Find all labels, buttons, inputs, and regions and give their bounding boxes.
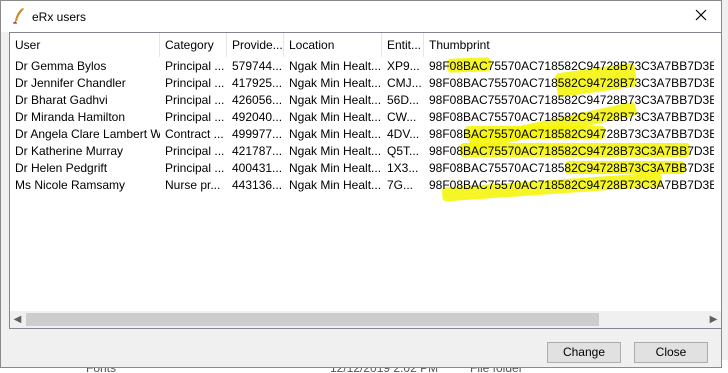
entity-cell: 4DV... [387, 127, 420, 141]
scroll-left-icon[interactable]: ◀ [11, 313, 24, 326]
provider-cell: 499977... [232, 127, 283, 141]
provider-cell: 417925... [232, 76, 283, 90]
provider-cell: 400431... [232, 161, 283, 175]
provider-cell: 426056... [232, 93, 283, 107]
provider-cell: 579744... [232, 59, 283, 73]
location-cell: Ngak Min Healt... [289, 110, 382, 124]
change-button[interactable]: Change [547, 342, 621, 363]
entity-cell: CMJ... [387, 76, 422, 90]
table-row[interactable]: Ms Nicole Ramsamy Nurse pr... 443136... … [10, 177, 721, 194]
entity-cell: Q5T... [387, 144, 420, 158]
table-row[interactable]: Dr Katherine Murray Principal ... 421787… [10, 143, 721, 160]
feather-pen-icon [13, 8, 24, 24]
provider-cell: 443136... [232, 178, 283, 192]
entity-cell: 1X3... [387, 161, 419, 175]
thumbprint-cell: 98F08BAC75570AC718582C94728B73C3A7BB7D3E [429, 161, 714, 175]
title-bar: eRx users [1, 1, 721, 32]
location-cell: Ngak Min Healt... [289, 178, 382, 192]
users-list-view[interactable]: User Category Provide... Location Entit.… [9, 32, 722, 329]
close-button[interactable]: Close [634, 342, 708, 363]
table-row[interactable]: Dr Bharat Gadhvi Principal ... 426056...… [10, 92, 721, 109]
entity-cell: 7G... [387, 178, 414, 192]
table-row[interactable]: Dr Jennifer Chandler Principal ... 41792… [10, 75, 721, 92]
provider-cell: 421787... [232, 144, 283, 158]
location-cell: Ngak Min Healt... [289, 93, 382, 107]
list-header: User Category Provide... Location Entit.… [10, 33, 721, 57]
location-cell: Ngak Min Healt... [289, 127, 382, 141]
category-cell: Contract ... [165, 127, 224, 141]
column-header-user[interactable]: User [10, 33, 160, 57]
thumbprint-cell: 98F08BAC75570AC718582C94728B73C3A7BB7D3E [429, 178, 714, 192]
user-cell: Dr Jennifer Chandler [15, 76, 126, 90]
thumbprint-cell: 98F08BAC75570AC718582C94728B73C3A7BB7D3E [429, 144, 714, 158]
column-header-location[interactable]: Location [284, 33, 382, 57]
table-row[interactable]: Dr Helen Pedgrift Principal ... 400431..… [10, 160, 721, 177]
column-header-category[interactable]: Category [160, 33, 227, 57]
thumbprint-cell: 98F08BAC75570AC718582C94728B73C3A7BB7D3E [429, 110, 714, 124]
category-cell: Principal ... [165, 76, 225, 90]
provider-cell: 492040... [232, 110, 283, 124]
column-header-entity[interactable]: Entit... [382, 33, 424, 57]
scroll-right-icon[interactable]: ▶ [707, 313, 720, 326]
thumbprint-cell: 98F08BAC75570AC718582C94728B73C3A7BB7D3E [429, 76, 714, 90]
horizontal-scrollbar[interactable]: ◀ ▶ [10, 311, 721, 328]
category-cell: Principal ... [165, 161, 225, 175]
user-cell: Dr Angela Clare Lambert Wil... [15, 127, 160, 141]
user-cell: Dr Bharat Gadhvi [15, 93, 108, 107]
thumbprint-cell: 98F08BAC75570AC718582C94728B73C3A7BB7D3E [429, 59, 714, 73]
scrollbar-thumb[interactable] [26, 313, 599, 326]
table-row[interactable]: Dr Angela Clare Lambert Wil... Contract … [10, 126, 721, 143]
column-header-provider[interactable]: Provide... [227, 33, 284, 57]
user-cell: Dr Gemma Bylos [15, 59, 107, 73]
user-cell: Dr Helen Pedgrift [15, 161, 108, 175]
category-cell: Principal ... [165, 59, 225, 73]
erx-users-dialog: eRx users User Category Provide... Locat… [0, 0, 722, 368]
column-header-thumbprint[interactable]: Thumbprint [424, 33, 714, 57]
category-cell: Principal ... [165, 93, 225, 107]
table-row[interactable]: Dr Miranda Hamilton Principal ... 492040… [10, 109, 721, 126]
user-cell: Ms Nicole Ramsamy [15, 178, 126, 192]
location-cell: Ngak Min Healt... [289, 144, 382, 158]
close-icon[interactable] [691, 5, 711, 25]
category-cell: Principal ... [165, 144, 225, 158]
category-cell: Nurse pr... [165, 178, 221, 192]
background-window-edge [722, 0, 728, 373]
thumbprint-cell: 98F08BAC75570AC718582C94728B73C3A7BB7D3E [429, 93, 714, 107]
location-cell: Ngak Min Healt... [289, 76, 382, 90]
location-cell: Ngak Min Healt... [289, 161, 382, 175]
location-cell: Ngak Min Healt... [289, 59, 382, 73]
entity-cell: 56D... [387, 93, 420, 107]
entity-cell: XP9... [387, 59, 420, 73]
entity-cell: CW... [387, 110, 417, 124]
thumbprint-cell: 98F08BAC75570AC718582C94728B73C3A7BB7D3E [429, 127, 714, 141]
window-title: eRx users [32, 10, 87, 24]
table-row[interactable]: Dr Gemma Bylos Principal ... 579744... N… [10, 58, 721, 75]
user-cell: Dr Katherine Murray [15, 144, 124, 158]
user-cell: Dr Miranda Hamilton [15, 110, 126, 124]
category-cell: Principal ... [165, 110, 225, 124]
